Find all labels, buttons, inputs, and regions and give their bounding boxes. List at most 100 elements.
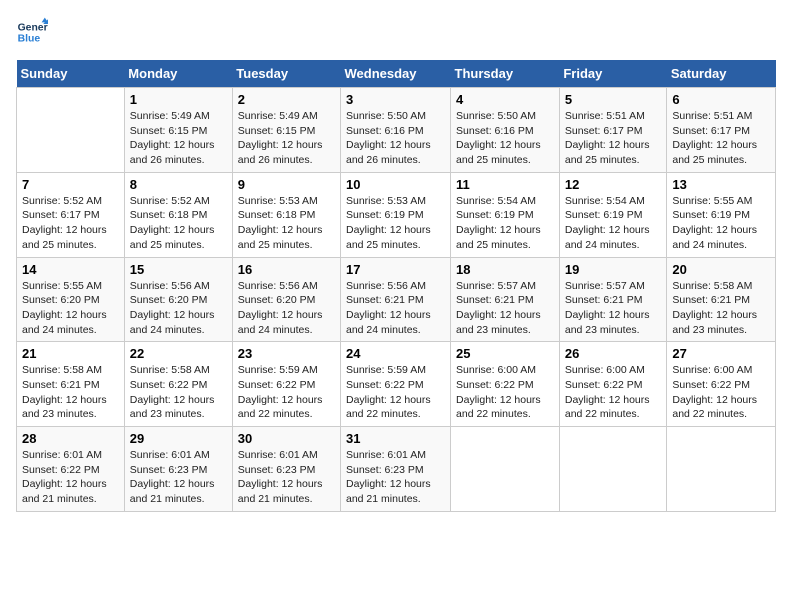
- calendar-cell: 22 Sunrise: 5:58 AM Sunset: 6:22 PM Dayli…: [124, 342, 232, 427]
- day-number: 12: [565, 177, 662, 192]
- page-header: General Blue: [16, 16, 776, 48]
- calendar-cell: [17, 88, 125, 173]
- day-number: 17: [346, 262, 445, 277]
- day-info: Sunrise: 5:53 AM Sunset: 6:19 PM Dayligh…: [346, 194, 445, 253]
- calendar-cell: 13 Sunrise: 5:55 AM Sunset: 6:19 PM Dayli…: [667, 172, 776, 257]
- day-number: 27: [672, 346, 770, 361]
- day-number: 18: [456, 262, 554, 277]
- calendar-cell: 21 Sunrise: 5:58 AM Sunset: 6:21 PM Dayli…: [17, 342, 125, 427]
- calendar-table: SundayMondayTuesdayWednesdayThursdayFrid…: [16, 60, 776, 512]
- header-thursday: Thursday: [451, 60, 560, 88]
- day-number: 2: [238, 92, 335, 107]
- day-info: Sunrise: 5:57 AM Sunset: 6:21 PM Dayligh…: [565, 279, 662, 338]
- day-info: Sunrise: 6:01 AM Sunset: 6:23 PM Dayligh…: [238, 448, 335, 507]
- day-info: Sunrise: 5:53 AM Sunset: 6:18 PM Dayligh…: [238, 194, 335, 253]
- day-number: 22: [130, 346, 227, 361]
- day-info: Sunrise: 5:59 AM Sunset: 6:22 PM Dayligh…: [238, 363, 335, 422]
- calendar-cell: [667, 427, 776, 512]
- calendar-cell: 20Sunrise: 5:58 AM Sunset: 6:21 PM Dayli…: [667, 257, 776, 342]
- calendar-cell: 15Sunrise: 5:56 AM Sunset: 6:20 PM Dayli…: [124, 257, 232, 342]
- day-info: Sunrise: 5:58 AM Sunset: 6:22 PM Dayligh…: [130, 363, 227, 422]
- calendar-cell: 12 Sunrise: 5:54 AM Sunset: 6:19 PM Dayli…: [559, 172, 667, 257]
- calendar-cell: 28 Sunrise: 6:01 AM Sunset: 6:22 PM Dayli…: [17, 427, 125, 512]
- day-info: Sunrise: 6:01 AM Sunset: 6:22 PM Dayligh…: [22, 448, 119, 507]
- day-info: Sunrise: 5:52 AM Sunset: 6:18 PM Dayligh…: [130, 194, 227, 253]
- calendar-cell: 16 Sunrise: 5:56 AM Sunset: 6:20 PM Dayli…: [232, 257, 340, 342]
- day-info: Sunrise: 5:55 AM Sunset: 6:19 PM Dayligh…: [672, 194, 770, 253]
- day-number: 7: [22, 177, 119, 192]
- day-number: 8: [130, 177, 227, 192]
- calendar-cell: 17 Sunrise: 5:56 AM Sunset: 6:21 PM Dayli…: [341, 257, 451, 342]
- header-wednesday: Wednesday: [341, 60, 451, 88]
- calendar-cell: 11 Sunrise: 5:54 AM Sunset: 6:19 PM Dayli…: [451, 172, 560, 257]
- calendar-cell: 10 Sunrise: 5:53 AM Sunset: 6:19 PM Dayli…: [341, 172, 451, 257]
- day-info: Sunrise: 5:58 AM Sunset: 6:21 PM Dayligh…: [672, 279, 770, 338]
- day-number: 16: [238, 262, 335, 277]
- day-info: Sunrise: 5:54 AM Sunset: 6:19 PM Dayligh…: [565, 194, 662, 253]
- day-info: Sunrise: 5:57 AM Sunset: 6:21 PM Dayligh…: [456, 279, 554, 338]
- day-info: Sunrise: 5:59 AM Sunset: 6:22 PM Dayligh…: [346, 363, 445, 422]
- day-number: 6: [672, 92, 770, 107]
- calendar-cell: 26 Sunrise: 6:00 AM Sunset: 6:22 PM Dayli…: [559, 342, 667, 427]
- calendar-cell: 29 Sunrise: 6:01 AM Sunset: 6:23 PM Dayli…: [124, 427, 232, 512]
- day-number: 21: [22, 346, 119, 361]
- day-number: 9: [238, 177, 335, 192]
- calendar-cell: 30Sunrise: 6:01 AM Sunset: 6:23 PM Dayli…: [232, 427, 340, 512]
- day-info: Sunrise: 6:00 AM Sunset: 6:22 PM Dayligh…: [672, 363, 770, 422]
- day-info: Sunrise: 5:58 AM Sunset: 6:21 PM Dayligh…: [22, 363, 119, 422]
- calendar-week-row: 7 Sunrise: 5:52 AM Sunset: 6:17 PM Daylig…: [17, 172, 776, 257]
- calendar-cell: 18 Sunrise: 5:57 AM Sunset: 6:21 PM Dayli…: [451, 257, 560, 342]
- day-info: Sunrise: 5:50 AM Sunset: 6:16 PM Dayligh…: [456, 109, 554, 168]
- day-number: 3: [346, 92, 445, 107]
- header-friday: Friday: [559, 60, 667, 88]
- calendar-cell: 7 Sunrise: 5:52 AM Sunset: 6:17 PM Daylig…: [17, 172, 125, 257]
- calendar-cell: 8 Sunrise: 5:52 AM Sunset: 6:18 PM Daylig…: [124, 172, 232, 257]
- day-number: 15: [130, 262, 227, 277]
- calendar-cell: 19Sunrise: 5:57 AM Sunset: 6:21 PM Dayli…: [559, 257, 667, 342]
- day-info: Sunrise: 5:56 AM Sunset: 6:21 PM Dayligh…: [346, 279, 445, 338]
- svg-text:General: General: [18, 22, 48, 33]
- svg-text:Blue: Blue: [18, 34, 41, 45]
- day-number: 14: [22, 262, 119, 277]
- calendar-week-row: 14 Sunrise: 5:55 AM Sunset: 6:20 PM Dayli…: [17, 257, 776, 342]
- day-info: Sunrise: 5:51 AM Sunset: 6:17 PM Dayligh…: [672, 109, 770, 168]
- logo: General Blue: [16, 16, 48, 48]
- day-number: 11: [456, 177, 554, 192]
- day-number: 24: [346, 346, 445, 361]
- logo-icon: General Blue: [16, 16, 48, 48]
- day-number: 10: [346, 177, 445, 192]
- day-number: 29: [130, 431, 227, 446]
- header-monday: Monday: [124, 60, 232, 88]
- day-info: Sunrise: 5:56 AM Sunset: 6:20 PM Dayligh…: [238, 279, 335, 338]
- calendar-cell: 4 Sunrise: 5:50 AM Sunset: 6:16 PM Daylig…: [451, 88, 560, 173]
- day-info: Sunrise: 5:49 AM Sunset: 6:15 PM Dayligh…: [130, 109, 227, 168]
- day-number: 28: [22, 431, 119, 446]
- header-tuesday: Tuesday: [232, 60, 340, 88]
- calendar-cell: 2 Sunrise: 5:49 AM Sunset: 6:15 PM Daylig…: [232, 88, 340, 173]
- day-info: Sunrise: 5:51 AM Sunset: 6:17 PM Dayligh…: [565, 109, 662, 168]
- calendar-header-row: SundayMondayTuesdayWednesdayThursdayFrid…: [17, 60, 776, 88]
- day-info: Sunrise: 5:54 AM Sunset: 6:19 PM Dayligh…: [456, 194, 554, 253]
- day-info: Sunrise: 6:01 AM Sunset: 6:23 PM Dayligh…: [130, 448, 227, 507]
- day-number: 4: [456, 92, 554, 107]
- calendar-cell: 1Sunrise: 5:49 AM Sunset: 6:15 PM Daylig…: [124, 88, 232, 173]
- calendar-cell: 14 Sunrise: 5:55 AM Sunset: 6:20 PM Dayli…: [17, 257, 125, 342]
- day-number: 25: [456, 346, 554, 361]
- header-sunday: Sunday: [17, 60, 125, 88]
- calendar-cell: 25 Sunrise: 6:00 AM Sunset: 6:22 PM Dayli…: [451, 342, 560, 427]
- calendar-cell: 24 Sunrise: 5:59 AM Sunset: 6:22 PM Dayli…: [341, 342, 451, 427]
- day-info: Sunrise: 6:01 AM Sunset: 6:23 PM Dayligh…: [346, 448, 445, 507]
- day-info: Sunrise: 6:00 AM Sunset: 6:22 PM Dayligh…: [565, 363, 662, 422]
- calendar-cell: 5Sunrise: 5:51 AM Sunset: 6:17 PM Daylig…: [559, 88, 667, 173]
- calendar-cell: [559, 427, 667, 512]
- calendar-week-row: 21 Sunrise: 5:58 AM Sunset: 6:21 PM Dayli…: [17, 342, 776, 427]
- day-info: Sunrise: 5:49 AM Sunset: 6:15 PM Dayligh…: [238, 109, 335, 168]
- day-number: 26: [565, 346, 662, 361]
- calendar-week-row: 1Sunrise: 5:49 AM Sunset: 6:15 PM Daylig…: [17, 88, 776, 173]
- day-info: Sunrise: 5:52 AM Sunset: 6:17 PM Dayligh…: [22, 194, 119, 253]
- calendar-cell: 6 Sunrise: 5:51 AM Sunset: 6:17 PM Daylig…: [667, 88, 776, 173]
- calendar-cell: 23Sunrise: 5:59 AM Sunset: 6:22 PM Dayli…: [232, 342, 340, 427]
- day-number: 13: [672, 177, 770, 192]
- day-info: Sunrise: 5:55 AM Sunset: 6:20 PM Dayligh…: [22, 279, 119, 338]
- day-info: Sunrise: 6:00 AM Sunset: 6:22 PM Dayligh…: [456, 363, 554, 422]
